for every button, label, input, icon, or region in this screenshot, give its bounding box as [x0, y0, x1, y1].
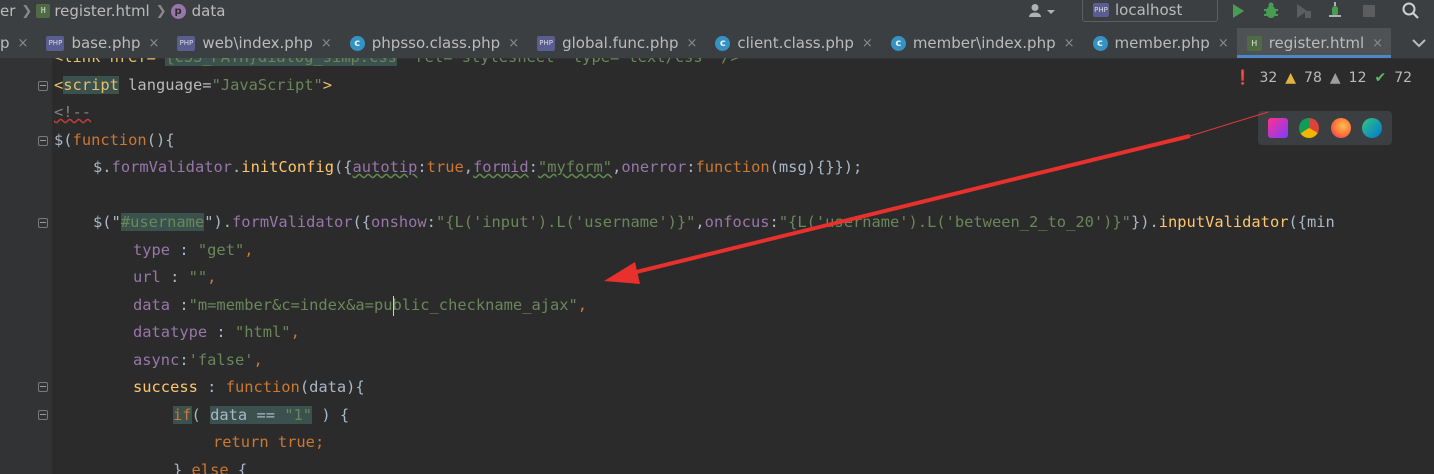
typo-count: 72 [1394, 70, 1413, 86]
run-icon[interactable] [1230, 0, 1246, 22]
breadcrumb-item-file[interactable]: register.html [54, 2, 149, 20]
tab-client-class-php[interactable]: c client.class.php × [705, 28, 880, 58]
close-icon[interactable]: × [321, 36, 332, 51]
tab-list-chevron-down-icon[interactable] [1412, 28, 1426, 58]
breadcrumb-item-symbol[interactable]: data [192, 2, 226, 20]
php-class-icon: c [715, 35, 731, 51]
coverage-icon[interactable] [1294, 0, 1312, 22]
tab-global-func-php[interactable]: PHP global.func.php × [527, 28, 705, 58]
code-line-async: async:'false', [133, 351, 263, 369]
code-line-url: url : "", [133, 268, 217, 286]
tab-member-index-php[interactable]: c member\index.php × [881, 28, 1083, 58]
tab-label: web\index.php [202, 34, 313, 52]
user-icon[interactable] [1028, 0, 1058, 22]
php-icon: PHP [1093, 3, 1109, 17]
attach-debugger-icon[interactable] [1326, 0, 1344, 22]
code-line-success: success : function(data){ [133, 378, 365, 396]
tab-label: global.func.php [562, 34, 679, 52]
title-toolbar: er ❯ H register.html ❯ p data PHP localh… [0, 0, 1434, 28]
breadcrumb: er ❯ H register.html ❯ p data [0, 0, 225, 22]
search-icon[interactable] [1402, 0, 1420, 22]
php-file-icon: PHP [46, 35, 65, 51]
editor-tabs: p × PHP base.php × PHP web\index.php × c… [0, 28, 1434, 59]
php-class-icon: c [890, 35, 906, 51]
tab-member-php[interactable]: c member.php × [1083, 28, 1237, 58]
code-line-comment: <!-- [54, 103, 92, 121]
tab-label: base.php [71, 34, 141, 52]
tab-phpsso-class-php[interactable]: c phpsso.class.php × [340, 28, 527, 58]
close-icon[interactable]: × [508, 36, 519, 51]
property-icon: p [170, 3, 186, 19]
code-line-link: <link href="{CSS_PATH}dialog_simp.css" r… [54, 58, 740, 71]
php-file-icon: PHP [177, 35, 196, 51]
close-icon[interactable]: × [149, 36, 160, 51]
tab-php-partial[interactable]: p × [0, 28, 36, 58]
breadcrumb-separator: ❯ [155, 3, 167, 19]
run-configuration-label: localhost [1115, 1, 1183, 19]
tab-web-index-php[interactable]: PHP web\index.php × [167, 28, 339, 58]
html-file-icon: H [1246, 35, 1262, 51]
stop-icon[interactable] [1362, 0, 1376, 22]
close-icon[interactable]: × [1372, 36, 1383, 51]
chrome-icon[interactable] [1299, 118, 1320, 138]
close-icon[interactable]: × [1218, 36, 1229, 51]
browser-preview-bar [1258, 111, 1392, 145]
text-caret [393, 296, 394, 316]
phpstorm-icon[interactable] [1267, 118, 1288, 138]
warning-icon: ▲ [1285, 70, 1297, 86]
code-line-datatype: datatype : "html", [133, 323, 300, 341]
close-icon[interactable]: × [862, 36, 873, 51]
tab-label: client.class.php [737, 34, 854, 52]
firefox-icon[interactable] [1330, 118, 1351, 138]
php-file-icon: PHP [537, 35, 556, 51]
tab-register-html[interactable]: H register.html × [1236, 28, 1392, 58]
close-icon[interactable]: × [686, 36, 697, 51]
close-icon[interactable]: × [18, 36, 29, 51]
breadcrumb-item-folder[interactable]: er [0, 2, 15, 20]
code-line-initconfig: $.formValidator.initConfig({autotip:true… [93, 158, 863, 176]
code-editor[interactable]: <link href="{CSS_PATH}dialog_simp.css" r… [0, 58, 1434, 474]
tab-label: phpsso.class.php [371, 34, 501, 52]
code-line-script: <script language="JavaScript"> [54, 76, 333, 94]
run-configuration-selector[interactable]: PHP localhost [1082, 0, 1218, 22]
code-line-type: type : "get", [133, 241, 254, 259]
html-file-icon: H [36, 4, 51, 18]
tab-base-php[interactable]: PHP base.php × [36, 28, 167, 58]
warning-count: 78 [1304, 70, 1322, 86]
code-line-data: data :"m=member&c=index&a=public_checkna… [133, 296, 588, 314]
weak-warning-count: 12 [1348, 70, 1367, 86]
inspection-widget[interactable]: ❗ 32 ▲ 78 ▲ 12 ✔ 72 [1234, 68, 1420, 88]
code-line-function: $(function(){ [54, 131, 175, 149]
tab-label: member.php [1114, 34, 1210, 52]
php-class-icon: c [1092, 35, 1108, 51]
debug-icon[interactable] [1262, 0, 1280, 22]
weak-warning-icon: ▲ [1329, 70, 1341, 86]
edge-icon[interactable] [1362, 118, 1383, 138]
breadcrumb-separator: ❯ [21, 3, 33, 19]
tab-label: register.html [1268, 34, 1365, 52]
close-icon[interactable]: × [1064, 36, 1075, 51]
php-class-icon: c [349, 35, 365, 51]
error-icon: ❗ [1234, 70, 1252, 86]
tab-label: p [0, 34, 10, 52]
code-line-username-validator: $("#username").formValidator({onshow:"{L… [93, 213, 1335, 231]
error-count: 32 [1259, 70, 1278, 86]
typo-check-icon: ✔ [1374, 70, 1387, 86]
tab-label: member\index.php [912, 34, 1056, 52]
code-line-return: return true; [213, 433, 325, 451]
code-line-else: } else { [173, 461, 248, 474]
code-line-if: if( data == "1" ) { [173, 406, 350, 424]
